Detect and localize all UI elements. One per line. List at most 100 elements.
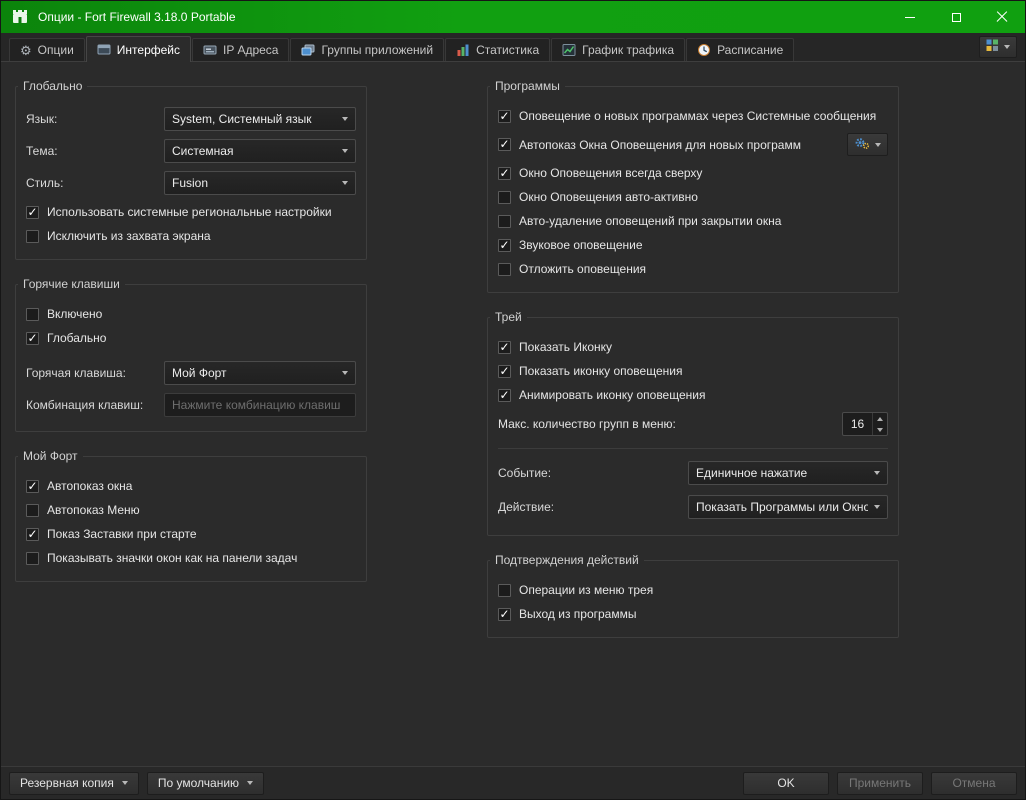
group-title: Глобально <box>18 79 87 93</box>
combo-value: Fusion <box>172 176 336 190</box>
tab-label: Группы приложений <box>321 43 433 57</box>
maximize-button[interactable] <box>933 1 979 33</box>
checkbox-label[interactable]: Анимировать иконку оповещения <box>519 388 705 402</box>
checkbox-label[interactable]: Автопоказ окна <box>47 479 132 493</box>
defaults-button[interactable]: По умолчанию <box>147 772 264 795</box>
checkbox-label[interactable]: Глобально <box>47 331 106 345</box>
checkbox-row[interactable]: Анимировать иконку оповещения <box>498 388 888 402</box>
style-row: Стиль: Fusion <box>26 171 356 195</box>
checkbox-row[interactable]: Автопоказ Окна Оповещения для новых прог… <box>498 133 888 156</box>
checkbox-row[interactable]: Окно Оповещения всегда сверху <box>498 166 888 180</box>
checkbox-row[interactable]: Отложить оповещения <box>498 262 888 276</box>
checkbox-row[interactable]: Выход из программы <box>498 607 888 621</box>
checkbox[interactable] <box>26 528 39 541</box>
checkbox[interactable] <box>26 206 39 219</box>
checkbox-row[interactable]: Автопоказ Меню <box>26 503 356 517</box>
event-label: Событие: <box>498 466 551 480</box>
checkbox[interactable] <box>26 504 39 517</box>
checkbox-row[interactable]: Показать иконку оповещения <box>498 364 888 378</box>
hotkey-combobox[interactable]: Мой Форт <box>164 361 356 385</box>
chevron-down-icon <box>342 117 348 121</box>
key-combination-input[interactable] <box>164 393 356 417</box>
checkbox-label[interactable]: Окно Оповещения всегда сверху <box>519 166 702 180</box>
checkbox[interactable] <box>498 584 511 597</box>
tab-interface[interactable]: Интерфейс <box>86 36 191 62</box>
cancel-button[interactable]: Отмена <box>931 772 1017 795</box>
ok-button[interactable]: OK <box>743 772 829 795</box>
checkbox-label[interactable]: Автопоказ Меню <box>47 503 140 517</box>
checkbox-label[interactable]: Исключить из захвата экрана <box>47 229 211 243</box>
checkbox[interactable] <box>26 332 39 345</box>
checkbox-label[interactable]: Использовать системные региональные наст… <box>47 205 332 219</box>
checkbox-row[interactable]: Окно Оповещения авто-активно <box>498 190 888 204</box>
checkbox-label[interactable]: Показ Заставки при старте <box>47 527 197 541</box>
language-combobox[interactable]: System, Системный язык <box>164 107 356 131</box>
alert-options-button[interactable] <box>847 133 888 156</box>
apply-button[interactable]: Применить <box>837 772 923 795</box>
checkbox[interactable] <box>498 191 511 204</box>
minimize-button[interactable] <box>887 1 933 33</box>
checkbox-label[interactable]: Авто-удаление оповещений при закрытии ок… <box>519 214 781 228</box>
checkbox[interactable] <box>498 215 511 228</box>
max-groups-spinbox[interactable]: 16 <box>842 412 888 436</box>
checkbox[interactable] <box>498 110 511 123</box>
style-combobox[interactable]: Fusion <box>164 171 356 195</box>
action-combobox[interactable]: Показать Программы или Окно <box>688 495 888 519</box>
checkbox-label[interactable]: Показать иконку оповещения <box>519 364 682 378</box>
view-layout-button[interactable] <box>979 36 1017 58</box>
tab-label: Опции <box>38 43 74 57</box>
tab-app-groups[interactable]: Группы приложений <box>290 38 444 61</box>
tab-traffic-graph[interactable]: График трафика <box>551 38 685 61</box>
checkbox[interactable] <box>498 138 511 151</box>
checkbox-label[interactable]: Выход из программы <box>519 607 636 621</box>
checkbox[interactable] <box>498 365 511 378</box>
checkbox-row[interactable]: Глобально <box>26 331 356 345</box>
tab-ip-addresses[interactable]: IP Адреса <box>192 38 289 61</box>
checkbox[interactable] <box>498 389 511 402</box>
checkbox-row[interactable]: Оповещение о новых программах через Сист… <box>498 109 888 123</box>
checkbox-row[interactable]: Автопоказ окна <box>26 479 356 493</box>
divider <box>498 448 888 449</box>
checkbox-row[interactable]: Исключить из захвата экрана <box>26 229 356 243</box>
checkbox-label[interactable]: Включено <box>47 307 102 321</box>
tab-options[interactable]: ⚙ Опции <box>9 38 85 61</box>
checkbox-label[interactable]: Звуковое оповещение <box>519 238 643 252</box>
checkbox[interactable] <box>26 308 39 321</box>
checkbox-row[interactable]: Показ Заставки при старте <box>26 527 356 541</box>
checkbox[interactable] <box>26 230 39 243</box>
backup-copy-button[interactable]: Резервная копия <box>9 772 139 795</box>
checkbox-row[interactable]: Показать Иконку <box>498 340 888 354</box>
tab-schedule[interactable]: Расписание <box>686 38 794 61</box>
tab-label: Расписание <box>717 43 783 57</box>
spin-up-button[interactable] <box>873 413 887 424</box>
checkbox-row[interactable]: Использовать системные региональные наст… <box>26 205 356 219</box>
checkbox-label[interactable]: Окно Оповещения авто-активно <box>519 190 698 204</box>
checkbox-row[interactable]: Показывать значки окон как на панели зад… <box>26 551 356 565</box>
language-label: Язык: <box>26 112 164 126</box>
maximize-icon <box>952 13 961 22</box>
checkbox-label[interactable]: Операции из меню трея <box>519 583 653 597</box>
theme-combobox[interactable]: Системная <box>164 139 356 163</box>
checkbox[interactable] <box>498 263 511 276</box>
checkbox-label[interactable]: Показать Иконку <box>519 340 612 354</box>
checkbox-row[interactable]: Авто-удаление оповещений при закрытии ок… <box>498 214 888 228</box>
checkbox-row[interactable]: Звуковое оповещение <box>498 238 888 252</box>
spin-down-button[interactable] <box>873 424 887 435</box>
checkbox[interactable] <box>26 552 39 565</box>
checkbox-row[interactable]: Операции из меню трея <box>498 583 888 597</box>
checkbox-label[interactable]: Автопоказ Окна Оповещения для новых прог… <box>519 138 801 152</box>
chevron-down-icon <box>875 143 881 147</box>
checkbox-label[interactable]: Отложить оповещения <box>519 262 646 276</box>
checkbox[interactable] <box>498 608 511 621</box>
checkbox[interactable] <box>26 480 39 493</box>
checkbox[interactable] <box>498 239 511 252</box>
checkbox-label[interactable]: Оповещение о новых программах через Сист… <box>519 109 876 123</box>
checkbox[interactable] <box>498 167 511 180</box>
checkbox-row[interactable]: Включено <box>26 307 356 321</box>
event-row: Событие: Единичное нажатие <box>498 461 888 485</box>
tab-statistics[interactable]: Статистика <box>445 38 550 61</box>
checkbox[interactable] <box>498 341 511 354</box>
checkbox-label[interactable]: Показывать значки окон как на панели зад… <box>47 551 297 565</box>
close-button[interactable] <box>979 1 1025 33</box>
event-combobox[interactable]: Единичное нажатие <box>688 461 888 485</box>
